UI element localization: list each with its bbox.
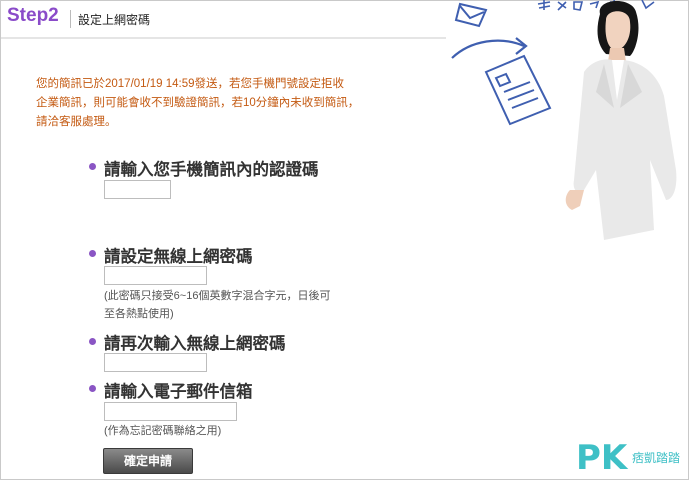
notice-line-1: 您的簡訊已於2017/01/19 14:59發送，若您手機門號設定拒收	[36, 78, 345, 90]
submit-button[interactable]: 確定申請	[103, 448, 193, 474]
document-icon	[484, 54, 552, 126]
notice-line-3: 請洽客服處理。	[36, 116, 117, 128]
step-label: Step2	[7, 5, 59, 26]
verify-code-label: 請輸入您手機簡訊內的認證碼	[104, 160, 319, 179]
notice-line-2: 企業簡訊，則可能會收不到驗證簡訊，若10分鐘內未收到簡訊，	[36, 97, 360, 109]
envelope-icon	[454, 2, 488, 28]
password-hint-line-1: (此密碼只接受6~16個英數字混合字元，日後可	[104, 290, 331, 302]
hero-illustration-svg	[451, 0, 677, 241]
pk-logo-subtext: 痞凱踏踏	[632, 450, 680, 465]
email-hint: (作為忘記密碼聯絡之用)	[104, 425, 222, 437]
handwriting-icon	[537, 0, 655, 11]
password-hint-line-2: 至各熱點使用)	[104, 308, 174, 320]
password-input[interactable]	[104, 266, 207, 285]
bullet-icon	[89, 163, 96, 170]
bullet-icon	[89, 250, 96, 257]
page-header: Step2 設定上網密碼	[1, 1, 446, 39]
header-divider	[70, 10, 71, 28]
email-label: 請輸入電子郵件信箱	[104, 382, 253, 401]
email-input[interactable]	[104, 402, 237, 421]
pk-logo-icon: PK 痞凱踏踏	[576, 438, 680, 478]
verify-code-input[interactable]	[104, 180, 171, 199]
password-hint: (此密碼只接受6~16個英數字混合字元，日後可 至各熱點使用)	[104, 287, 330, 323]
bullet-icon	[89, 385, 96, 392]
sms-notice: 您的簡訊已於2017/01/19 14:59發送，若您手機門號設定拒收 企業簡訊…	[36, 75, 396, 132]
confirm-password-label: 請再次輸入無線上網密碼	[104, 334, 286, 353]
page-title: 設定上網密碼	[78, 13, 151, 27]
pk-logo-text: PK	[576, 438, 629, 476]
hero-illustration	[446, 0, 688, 250]
pk-watermark-logo: PK 痞凱踏踏	[576, 436, 686, 478]
arrow-icon	[451, 37, 528, 59]
password-label: 請設定無線上網密碼	[104, 247, 253, 266]
bullet-icon	[89, 338, 96, 345]
confirm-password-input[interactable]	[104, 353, 207, 372]
businesswoman-figure	[565, 0, 677, 241]
